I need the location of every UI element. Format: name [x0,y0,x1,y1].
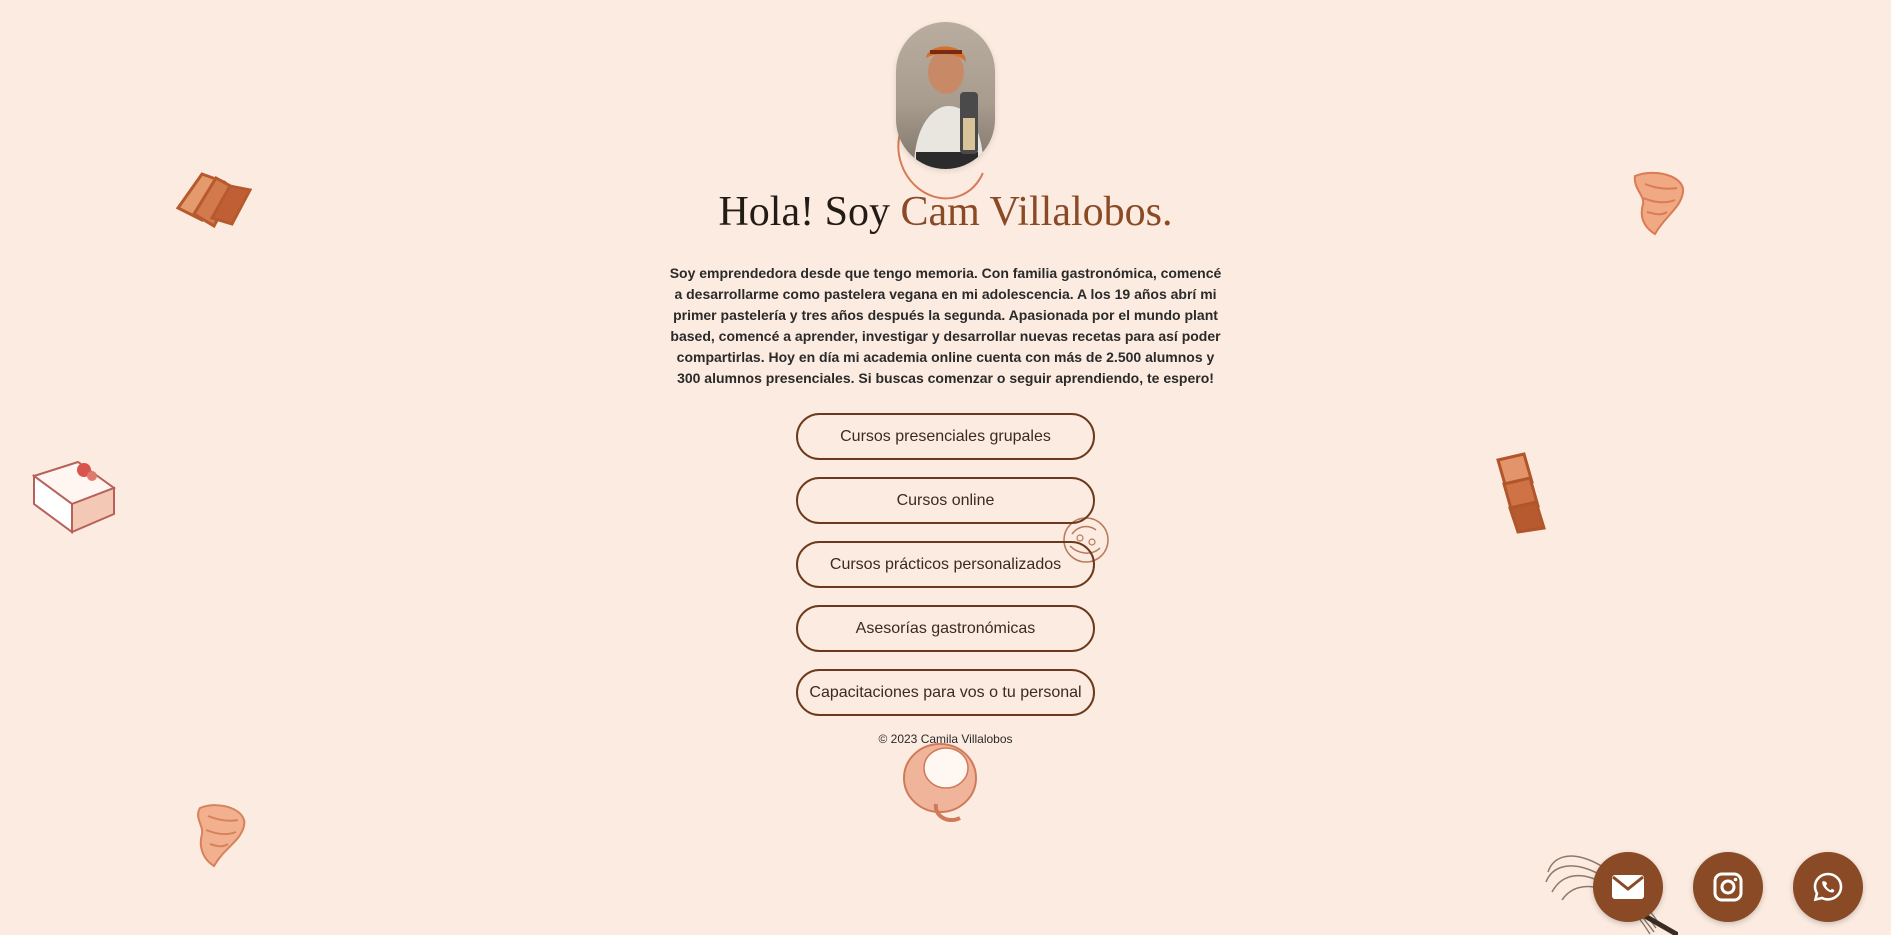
bio-text: Soy emprendedora desde que tengo memoria… [669,265,1222,386]
person-portrait-icon [914,46,984,169]
page-title: Hola! Soy Cam Villalobos. [718,191,1172,233]
main-content: Hola! Soy Cam Villalobos. Soy emprendedo… [0,0,1891,746]
whatsapp-icon [1813,872,1843,902]
avatar [896,22,995,169]
page: Hola! Soy Cam Villalobos. Soy emprendedo… [0,0,1891,935]
whatsapp-button[interactable] [1793,852,1863,922]
link-button-presenciales[interactable]: Cursos presenciales grupales [796,413,1095,460]
link-button-online[interactable]: Cursos online [796,477,1095,524]
link-button-personalizados[interactable]: Cursos prácticos personalizados [796,541,1095,588]
footer-copyright: © 2023 Camila Villalobos [878,732,1013,746]
title-prefix: Hola! Soy [718,189,901,235]
coffee-cup-illustration [903,743,977,823]
email-button[interactable] [1593,852,1663,922]
instagram-button[interactable] [1693,852,1763,922]
envelope-icon [1612,875,1644,899]
link-button-capacitaciones[interactable]: Capacitaciones para vos o tu personal [796,669,1095,716]
link-button-asesorias[interactable]: Asesorías gastronómicas [796,605,1095,652]
instagram-icon [1713,872,1743,902]
croissant-illustration-2 [197,804,246,868]
link-list: Cursos presenciales grupales Cursos onli… [796,413,1095,716]
title-name: Cam Villalobos. [900,189,1173,235]
